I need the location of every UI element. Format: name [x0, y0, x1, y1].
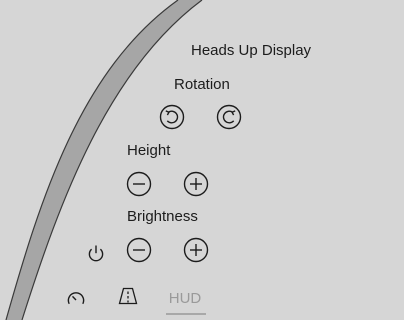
plus-icon [183, 237, 209, 263]
minus-icon [126, 237, 152, 263]
tab-road-sign[interactable] [116, 285, 140, 307]
rotate-right-button[interactable] [216, 104, 242, 130]
rotate-counterclockwise-icon [159, 104, 185, 130]
rotate-clockwise-icon [216, 104, 242, 130]
rotate-left-button[interactable] [159, 104, 185, 130]
minus-icon [126, 171, 152, 197]
height-increase-button[interactable] [183, 171, 209, 197]
power-button[interactable] [83, 240, 109, 266]
rotation-label: Rotation [174, 76, 230, 93]
speedometer-icon [67, 292, 85, 305]
tab-hud-label: HUD [168, 290, 202, 307]
panel-title: Heads Up Display [191, 42, 312, 59]
plus-icon [183, 171, 209, 197]
tab-speedometer[interactable] [64, 288, 88, 310]
height-decrease-button[interactable] [126, 171, 152, 197]
brightness-label: Brightness [127, 208, 198, 225]
tab-hud-underline [166, 313, 206, 315]
road-sign-icon [118, 287, 138, 305]
brightness-increase-button[interactable] [183, 237, 209, 263]
power-icon [88, 245, 104, 262]
brightness-decrease-button[interactable] [126, 237, 152, 263]
height-label: Height [127, 142, 171, 159]
